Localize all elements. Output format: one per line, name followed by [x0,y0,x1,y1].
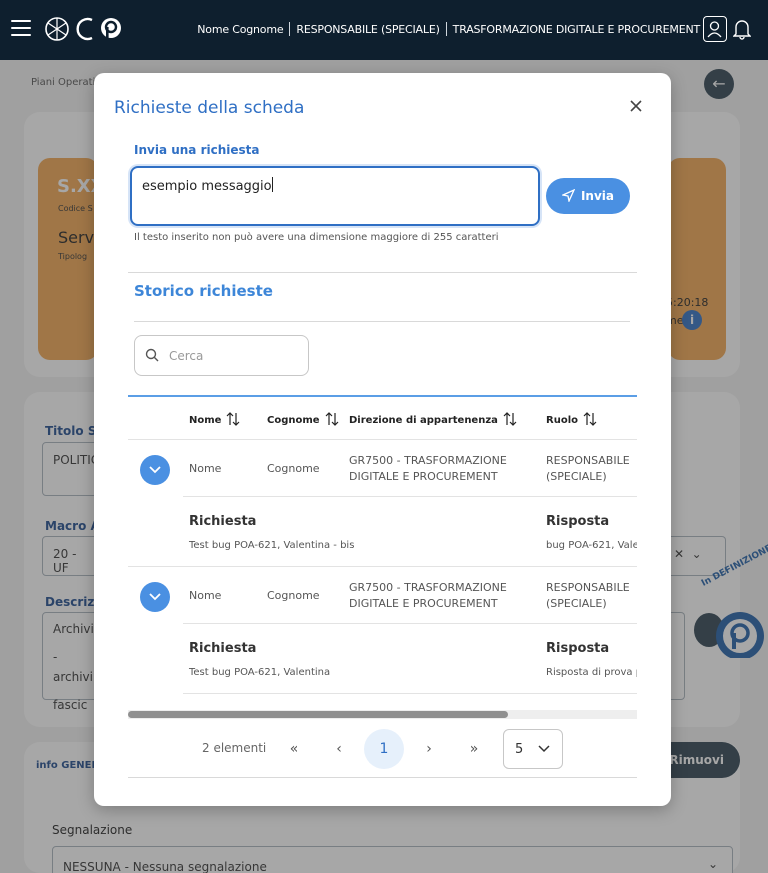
chevron-down-icon [538,745,550,753]
column-header-direzione[interactable]: Direzione di appartenenza [349,412,517,426]
bell-icon[interactable] [733,18,751,40]
request-heading: Richiesta [189,514,257,529]
cell-ruolo: RESPONSABILE (SPECIALE) [546,581,630,610]
items-count: 2 elementi [202,741,267,755]
request-heading: Richiesta [189,641,257,656]
length-hint: Il testo inserito non può avere una dime… [134,232,499,243]
search-icon [145,348,159,362]
p-logo-icon [101,18,121,39]
divider [134,321,630,322]
cell-nome: Nome [189,589,222,602]
response-heading: Risposta [546,641,610,656]
requests-modal: Richieste della scheda Invia una richies… [94,73,671,806]
next-page-button[interactable]: › [409,729,449,769]
search-input[interactable] [169,346,299,366]
expand-row-button[interactable] [140,455,170,485]
send-icon [560,188,576,204]
pagination: 2 elementi « ‹ 1 › » 5 [128,727,637,777]
sort-icon[interactable] [325,412,339,426]
search-box[interactable] [134,335,309,376]
column-header-nome[interactable]: Nome [189,412,240,426]
column-header-cognome[interactable]: Cognome [267,412,339,426]
top-bar: Nome Cognome RESPONSABILE (SPECIALE) TRASF… [0,0,768,60]
close-icon[interactable] [626,96,646,116]
cell-direzione: GR7500 - TRASFORMAZIONE DIGITALE E PROCUR… [349,454,507,483]
message-textarea[interactable]: esempio messaggio [130,166,540,226]
page-1-button[interactable]: 1 [364,729,404,769]
chevron-down-icon [149,593,161,601]
sort-icon[interactable] [503,412,517,426]
response-text: Risposta di prova p [546,667,637,678]
horizontal-scrollbar[interactable] [128,710,637,719]
sort-icon[interactable] [583,412,597,426]
expand-row-button[interactable] [140,582,170,612]
cell-cognome: Cognome [267,589,320,602]
history-title: Storico richieste [134,282,273,300]
first-page-button[interactable]: « [274,729,314,769]
last-page-button[interactable]: » [454,729,494,769]
page-size-select[interactable]: 5 [503,729,563,769]
request-text: Test bug POA-621, Valentina [189,667,331,678]
globe-logo-icon [45,17,69,41]
user-name: Nome Cognome [197,23,284,36]
cell-nome: Nome [189,462,222,475]
user-role: RESPONSABILE (SPECIALE) [296,23,440,36]
column-header-ruolo[interactable]: Ruolo [546,412,597,426]
user-info: Nome Cognome RESPONSABILE (SPECIALE) TRASF… [197,22,700,36]
prev-page-button[interactable]: ‹ [319,729,359,769]
history-table: Nome Cognome Direzione di appartenenza R… [128,395,637,720]
user-department: TRASFORMAZIONE DIGITALE E PROCUREMENT [452,23,701,36]
send-button[interactable]: Invia [546,178,630,214]
request-text: Test bug POA-621, Valentina - bis [189,540,355,551]
scrollbar-thumb[interactable] [128,711,508,718]
chevron-down-icon [149,466,161,474]
send-request-label: Invia una richiesta [134,143,260,157]
id-badge-icon[interactable] [703,16,727,42]
divider [128,272,637,273]
sort-icon[interactable] [226,412,240,426]
response-heading: Risposta [546,514,610,529]
cell-ruolo: RESPONSABILE (SPECIALE) [546,454,630,483]
modal-title: Richieste della scheda [114,98,305,118]
cell-cognome: Cognome [267,462,320,475]
hamburger-menu-icon[interactable] [11,20,31,36]
cell-direzione: GR7500 - TRASFORMAZIONE DIGITALE E PROCUR… [349,581,507,610]
response-text: bug POA-621, Vale [546,540,637,551]
divider [128,777,637,778]
